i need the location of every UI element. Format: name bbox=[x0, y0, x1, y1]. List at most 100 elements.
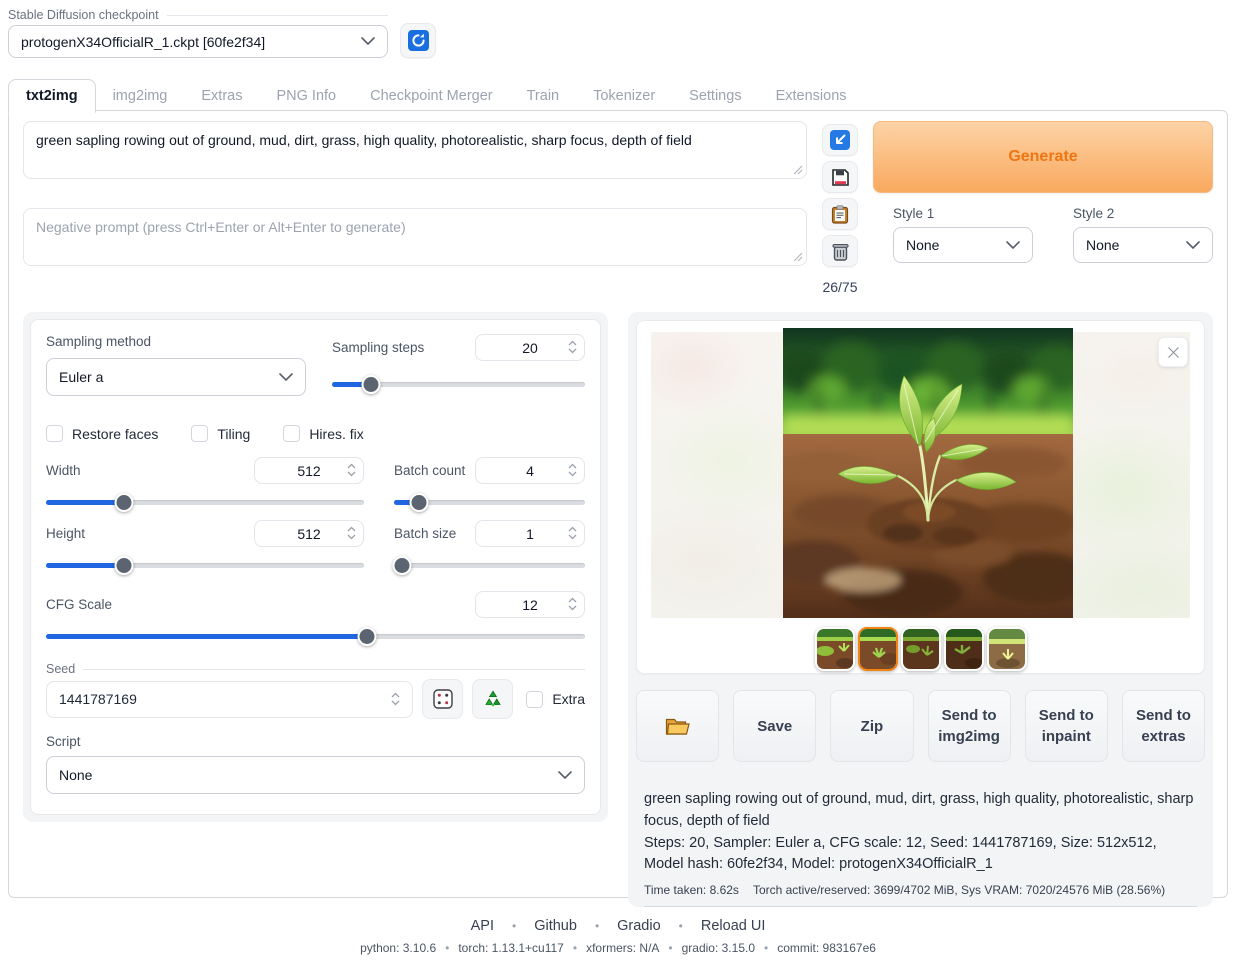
footer-link-reload-ui[interactable]: Reload UI bbox=[661, 918, 766, 934]
reuse-seed-button[interactable] bbox=[472, 679, 513, 719]
send-to-inpaint-button[interactable]: Send to inpaint bbox=[1025, 690, 1108, 762]
spinner-arrows-icon[interactable] bbox=[568, 339, 577, 355]
slider-handle[interactable] bbox=[362, 375, 381, 394]
tab-train[interactable]: Train bbox=[510, 80, 577, 112]
restore-faces-label: Restore faces bbox=[72, 426, 158, 442]
extra-seed-checkbox[interactable]: Extra bbox=[526, 691, 585, 708]
gallery-thumb[interactable] bbox=[901, 627, 941, 671]
footer-xformers-version: xformers: N/A bbox=[564, 941, 660, 955]
negative-prompt-input[interactable] bbox=[23, 208, 807, 266]
width-value: 512 bbox=[297, 463, 320, 479]
info-params: Steps: 20, Sampler: Euler a, CFG scale: … bbox=[644, 833, 1197, 877]
generated-image[interactable] bbox=[783, 328, 1073, 618]
resize-grip-icon[interactable] bbox=[793, 165, 803, 175]
prompt-input[interactable]: green sapling rowing out of ground, mud,… bbox=[23, 121, 807, 179]
style2-value: None bbox=[1086, 237, 1119, 253]
cfg-scale-slider[interactable] bbox=[46, 627, 585, 646]
folder-icon bbox=[665, 716, 691, 737]
style1-dropdown[interactable]: None bbox=[893, 227, 1033, 263]
sampling-steps-slider[interactable] bbox=[332, 375, 585, 394]
gallery-thumb[interactable] bbox=[987, 627, 1027, 671]
output-panel: Save Zip Send to img2img Send to inpaint… bbox=[628, 312, 1213, 907]
close-icon bbox=[1167, 346, 1180, 359]
tiling-checkbox[interactable]: Tiling bbox=[191, 425, 250, 442]
tab-checkpoint-merger[interactable]: Checkpoint Merger bbox=[353, 80, 510, 112]
gallery-thumb[interactable] bbox=[944, 627, 984, 671]
recycle-icon bbox=[483, 689, 503, 709]
batch-count-slider[interactable] bbox=[394, 493, 585, 512]
slider-handle[interactable] bbox=[409, 493, 428, 512]
spinner-arrows-icon[interactable] bbox=[347, 462, 356, 478]
checkpoint-dropdown[interactable]: protogenX34OfficialR_1.ckpt [60fe2f34] bbox=[8, 25, 388, 58]
spinner-arrows-icon[interactable] bbox=[568, 462, 577, 478]
tiling-label: Tiling bbox=[217, 426, 250, 442]
spinner-arrows-icon[interactable] bbox=[347, 525, 356, 541]
save-style-button[interactable] bbox=[822, 161, 858, 193]
width-slider[interactable] bbox=[46, 493, 364, 512]
spinner-arrows-icon[interactable] bbox=[391, 691, 400, 707]
footer-link-github[interactable]: Github bbox=[494, 918, 577, 934]
footer-python-version: python: 3.10.6 bbox=[360, 941, 436, 955]
script-dropdown[interactable]: None bbox=[46, 756, 585, 794]
info-vram: Torch active/reserved: 3699/4702 MiB, Sy… bbox=[753, 883, 1165, 897]
batch-count-input[interactable]: 4 bbox=[475, 457, 585, 484]
main-tabs: txt2img img2img Extras PNG Info Checkpoi… bbox=[8, 79, 864, 112]
style2-dropdown[interactable]: None bbox=[1073, 227, 1213, 263]
zip-button[interactable]: Zip bbox=[830, 690, 913, 762]
width-input[interactable]: 512 bbox=[254, 457, 364, 484]
hires-fix-checkbox[interactable]: Hires. fix bbox=[283, 425, 363, 442]
token-counter: 26/75 bbox=[822, 279, 857, 295]
height-input[interactable]: 512 bbox=[254, 520, 364, 547]
settings-panel: Sampling method Euler a Sampling steps 2… bbox=[23, 312, 608, 822]
info-prompt: green sapling rowing out of ground, mud,… bbox=[644, 789, 1197, 833]
spinner-arrows-icon[interactable] bbox=[568, 525, 577, 541]
tab-extensions[interactable]: Extensions bbox=[759, 80, 864, 112]
clear-prompt-button[interactable] bbox=[822, 235, 858, 267]
gallery-thumb[interactable] bbox=[815, 627, 855, 671]
gallery-thumbnails bbox=[637, 627, 1204, 671]
style1-value: None bbox=[906, 237, 939, 253]
send-to-extras-button[interactable]: Send to extras bbox=[1122, 690, 1205, 762]
spinner-arrows-icon[interactable] bbox=[568, 596, 577, 612]
random-seed-button[interactable] bbox=[422, 679, 463, 719]
tab-extras[interactable]: Extras bbox=[184, 80, 259, 112]
gallery-thumb-selected[interactable] bbox=[858, 627, 898, 671]
chevron-down-icon bbox=[361, 37, 375, 46]
batch-size-input[interactable]: 1 bbox=[475, 520, 585, 547]
restore-faces-checkbox[interactable]: Restore faces bbox=[46, 425, 158, 442]
extra-seed-label: Extra bbox=[552, 691, 585, 707]
tab-tokenizer[interactable]: Tokenizer bbox=[576, 80, 672, 112]
apply-style-button[interactable] bbox=[822, 198, 858, 230]
sampling-method-label: Sampling method bbox=[46, 334, 306, 349]
seed-input[interactable]: 1441787169 bbox=[46, 681, 413, 718]
footer-link-gradio[interactable]: Gradio bbox=[577, 918, 661, 934]
slider-handle[interactable] bbox=[392, 556, 411, 575]
tab-settings[interactable]: Settings bbox=[672, 80, 758, 112]
height-slider[interactable] bbox=[46, 556, 364, 575]
open-folder-button[interactable] bbox=[636, 690, 719, 762]
resize-grip-icon[interactable] bbox=[793, 252, 803, 262]
close-gallery-button[interactable] bbox=[1158, 337, 1188, 367]
chevron-down-icon bbox=[1006, 241, 1020, 250]
sampling-steps-input[interactable]: 20 bbox=[475, 334, 585, 361]
tab-img2img[interactable]: img2img bbox=[96, 80, 185, 112]
tab-txt2img[interactable]: txt2img bbox=[8, 79, 96, 113]
sd-webui-page: Stable Diffusion checkpoint protogenX34O… bbox=[0, 0, 1236, 966]
save-button[interactable]: Save bbox=[733, 690, 816, 762]
sampling-method-dropdown[interactable]: Euler a bbox=[46, 358, 306, 396]
chevron-down-icon bbox=[279, 373, 293, 382]
batch-size-slider[interactable] bbox=[394, 556, 585, 575]
cfg-scale-input[interactable]: 12 bbox=[475, 591, 585, 618]
paste-params-button[interactable] bbox=[822, 124, 858, 156]
slider-handle[interactable] bbox=[114, 556, 133, 575]
send-to-img2img-button[interactable]: Send to img2img bbox=[928, 690, 1011, 762]
gallery-next-image[interactable] bbox=[1073, 332, 1190, 618]
generate-button[interactable]: Generate bbox=[873, 121, 1213, 193]
gallery-prev-image[interactable] bbox=[651, 332, 783, 618]
chevron-down-icon bbox=[1186, 241, 1200, 250]
refresh-checkpoints-button[interactable] bbox=[400, 23, 436, 58]
tab-png-info[interactable]: PNG Info bbox=[259, 80, 353, 112]
slider-handle[interactable] bbox=[114, 493, 133, 512]
footer-link-api[interactable]: API bbox=[471, 918, 494, 934]
slider-handle[interactable] bbox=[357, 627, 376, 646]
